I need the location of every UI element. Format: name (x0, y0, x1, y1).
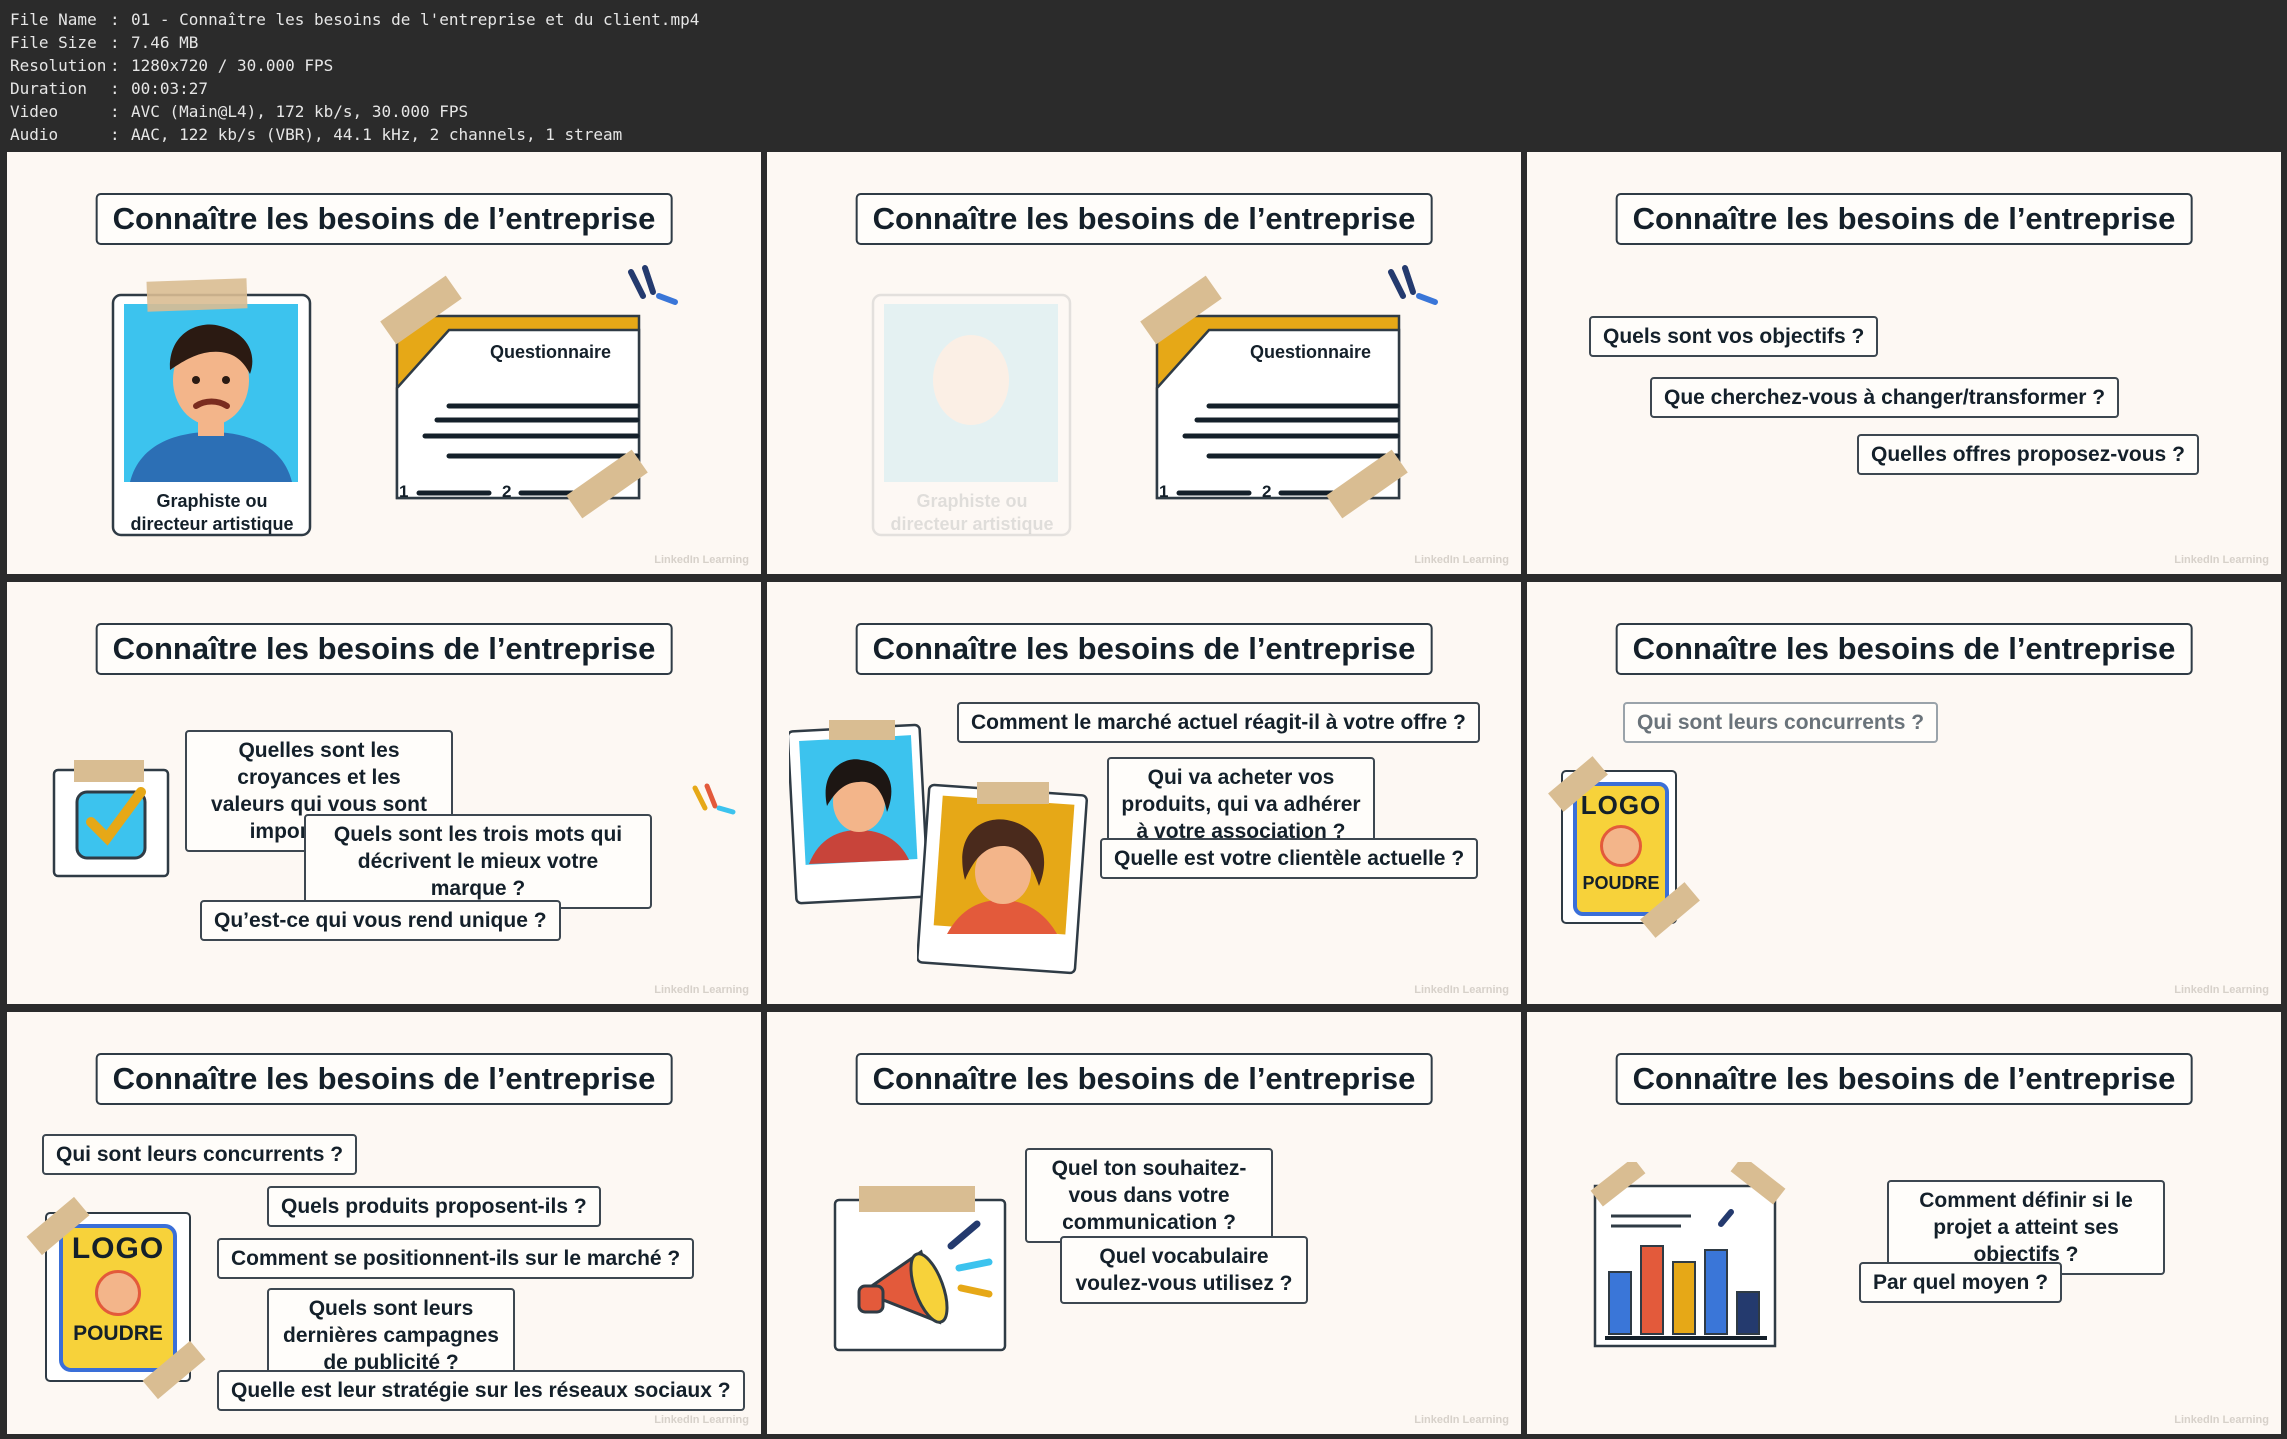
page-number: 2 (1262, 482, 1272, 501)
logo-badge: LOGO POUDRE (1573, 782, 1669, 916)
question-box: Quelle est leur stratégie sur les réseau… (217, 1370, 745, 1411)
file-info-row: Audio: AAC, 122 kb/s (VBR), 44.1 kHz, 2 c… (10, 123, 2287, 146)
question-box: Quels produits proposent-ils ? (267, 1186, 601, 1227)
thumbnail-panel-3[interactable]: Connaître les besoins de l’entreprise Qu… (1527, 152, 2281, 574)
portrait-caption: Graphiste ou directeur artistique (130, 491, 294, 534)
file-info-row: Duration:00:03:27 (10, 77, 2287, 100)
watermark: LinkedIn Learning (1414, 984, 1509, 996)
slide-title: Connaître les besoins de l’entreprise (1615, 193, 2193, 245)
thumbnail-panel-8[interactable]: Connaître les besoins de l’entreprise Qu… (767, 1012, 1521, 1434)
slide-title: Connaître les besoins de l’entreprise (95, 623, 673, 675)
question-box: Quelle est votre clientèle actuelle ? (1100, 838, 1479, 879)
page-number: 2 (502, 482, 512, 501)
logo-bottom-text: POUDRE (1582, 873, 1660, 893)
portrait-card-woman (786, 720, 930, 906)
megaphone-card (829, 1182, 1009, 1352)
question-box: Quel ton souhaitez-vous dans votre commu… (1025, 1148, 1273, 1243)
file-info-separator: : (110, 125, 120, 144)
page-number: 1 (399, 482, 409, 501)
file-info-header: File Name:01 - Connaître les besoins de … (0, 0, 2287, 150)
slide-title: Connaître les besoins de l’entreprise (855, 1053, 1433, 1105)
sparkle-icon (689, 782, 739, 822)
watermark: LinkedIn Learning (1414, 1414, 1509, 1426)
slide-title: Connaître les besoins de l’entreprise (855, 623, 1433, 675)
thumbnail-panel-2[interactable]: Connaître les besoins de l’entreprise Gr… (767, 152, 1521, 574)
question-box: Comment définir si le projet a atteint s… (1887, 1180, 2165, 1275)
question-box: Quels sont les trois mots qui décrivent … (304, 814, 652, 909)
logo-bottom-text: POUDRE (73, 1322, 163, 1345)
question-box: Comment se positionnent-ils sur le march… (217, 1238, 695, 1279)
logo-face-icon (1600, 825, 1642, 867)
sparkle-icon (1383, 264, 1443, 314)
thumbnail-panel-7[interactable]: Connaître les besoins de l’entreprise Qu… (7, 1012, 761, 1434)
question-box: Quels sont leurs dernières campagnes de … (267, 1288, 515, 1383)
file-info-separator: : (110, 79, 120, 98)
file-info-value: AAC, 122 kb/s (VBR), 44.1 kHz, 2 channel… (131, 125, 623, 144)
watermark: LinkedIn Learning (1414, 554, 1509, 566)
file-info-row: Video: AVC (Main@L4), 172 kb/s, 30.000 FP… (10, 100, 2287, 123)
slide-title: Connaître les besoins de l’entreprise (95, 193, 673, 245)
file-info-separator: : (110, 56, 120, 75)
file-info-row: Resolution:1280x720 / 30.000 FPS (10, 54, 2287, 77)
file-info-separator: : (110, 102, 120, 121)
slide-title: Connaître les besoins de l’entreprise (1615, 623, 2193, 675)
question-box: Comment le marché actuel réagit-il à vot… (957, 702, 1480, 743)
portrait-caption: Graphiste ou directeur artistique (890, 491, 1054, 534)
logo-face-icon (95, 1270, 141, 1316)
file-info-value: 01 - Connaître les besoins de l'entrepri… (131, 10, 700, 29)
file-info-row: File Size:7.46 MB (10, 31, 2287, 54)
file-info-value: 00:03:27 (131, 79, 209, 98)
sparkle-icon (623, 264, 683, 314)
question-box: Que cherchez-vous à changer/transformer … (1650, 377, 2120, 418)
question-box: Quelles offres proposez-vous ? (1857, 434, 2199, 475)
file-info-value: 7.46 MB (131, 33, 199, 52)
file-info-value: AVC (Main@L4), 172 kb/s, 30.000 FPS (131, 102, 469, 121)
thumbnail-panel-1[interactable]: Connaître les besoins de l’entreprise Gr… (7, 152, 761, 574)
slide-title: Connaître les besoins de l’entreprise (95, 1053, 673, 1105)
logo-top-text: LOGO (1580, 790, 1662, 820)
thumbnail-grid: Connaître les besoins de l’entreprise Gr… (0, 150, 2287, 1439)
file-info-label: Video (10, 102, 59, 121)
portrait-card-woman (916, 782, 1089, 978)
file-info-row: File Name:01 - Connaître les besoins de … (10, 8, 2287, 31)
question-box: Par quel moyen ? (1859, 1262, 2063, 1303)
file-info-separator: : (110, 33, 120, 52)
watermark: LinkedIn Learning (2174, 1414, 2269, 1426)
tape-strip (146, 278, 248, 312)
thumbnail-panel-5[interactable]: Connaître les besoins de l’entreprise Co (767, 582, 1521, 1004)
watermark: LinkedIn Learning (2174, 984, 2269, 996)
thumbnail-panel-9[interactable]: Connaître les besoins de l’entreprise Co… (1527, 1012, 2281, 1434)
question-box: Qu’est-ce qui vous rend unique ? (200, 900, 561, 941)
question-box: Quels sont vos objectifs ? (1589, 316, 1879, 357)
question-box: Quel vocabulaire voulez-vous utilisez ? (1060, 1236, 1308, 1304)
logo-card: LOGO POUDRE (45, 1212, 191, 1382)
watermark: LinkedIn Learning (2174, 554, 2269, 566)
file-info-label: Duration (10, 79, 88, 98)
file-info-value: 1280x720 / 30.000 FPS (131, 56, 334, 75)
watermark: LinkedIn Learning (654, 984, 749, 996)
file-info-label: Resolution (10, 56, 107, 75)
thumbnail-panel-6[interactable]: Connaître les besoins de l’entreprise Qu… (1527, 582, 2281, 1004)
questionnaire-label: Questionnaire (1250, 342, 1372, 362)
watermark: LinkedIn Learning (654, 554, 749, 566)
slide-title: Connaître les besoins de l’entreprise (1615, 1053, 2193, 1105)
bar-chart-card (1581, 1155, 1787, 1352)
file-info-separator: : (110, 10, 120, 29)
thumbnail-panel-4[interactable]: Connaître les besoins de l’entreprise Qu… (7, 582, 761, 1004)
checkbox-icon (49, 756, 173, 882)
questionnaire-label: Questionnaire (490, 342, 612, 362)
watermark: LinkedIn Learning (654, 1414, 749, 1426)
file-info-label: File Size (10, 33, 97, 52)
file-info-label: Audio (10, 125, 59, 144)
question-box: Qui sont leurs concurrents ? (42, 1134, 358, 1175)
slide-title: Connaître les besoins de l’entreprise (855, 193, 1433, 245)
question-box: Qui sont leurs concurrents ? (1623, 702, 1939, 743)
file-info-label: File Name (10, 10, 97, 29)
logo-top-text: LOGO (71, 1232, 165, 1265)
page-number: 1 (1159, 482, 1169, 501)
logo-badge: LOGO POUDRE (59, 1224, 177, 1372)
